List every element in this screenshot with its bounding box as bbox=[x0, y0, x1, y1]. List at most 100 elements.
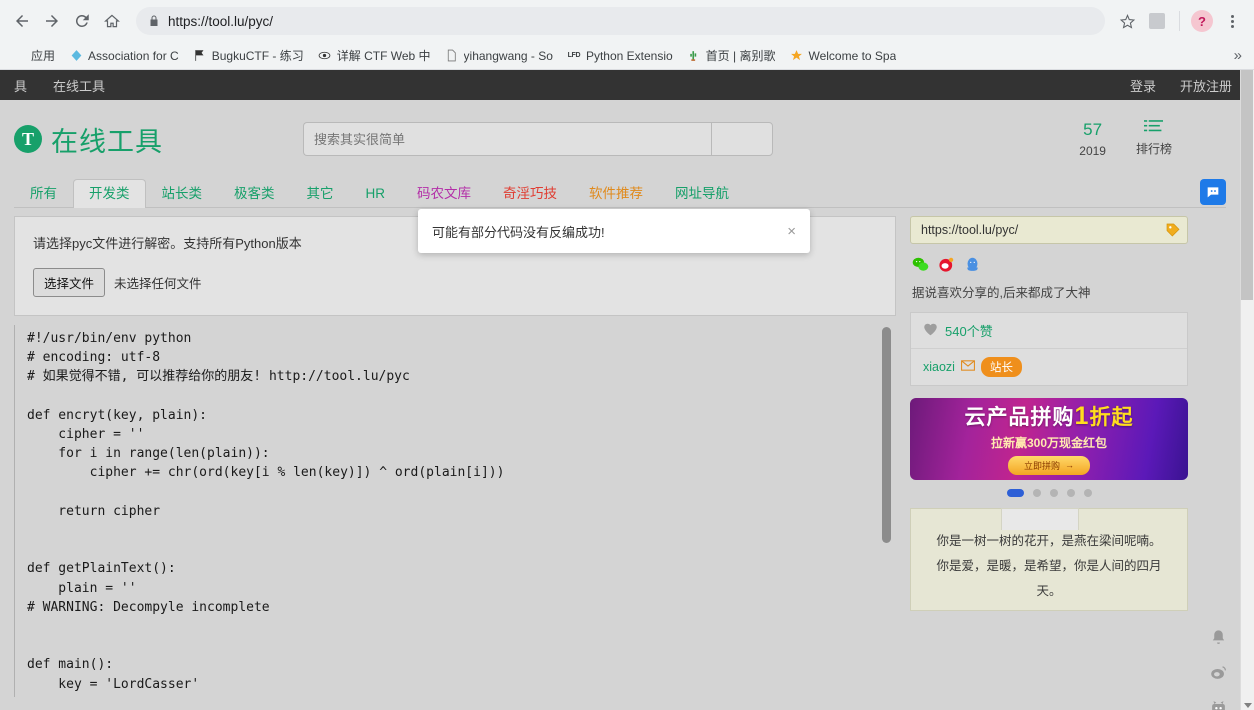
tab-label: 网址导航 bbox=[675, 186, 729, 201]
page-scrollbar-track[interactable] bbox=[1240, 70, 1254, 710]
quote-card-tab bbox=[1001, 508, 1079, 530]
tab-label: 所有 bbox=[30, 186, 57, 201]
eye-icon bbox=[318, 49, 332, 63]
login-link[interactable]: 登录 bbox=[1130, 76, 1156, 95]
document-icon bbox=[445, 49, 459, 63]
site-topbar-right: 登录 开放注册 bbox=[1130, 76, 1232, 95]
bookmark-item[interactable]: Welcome to Spa bbox=[783, 46, 902, 66]
tab-tricks[interactable]: 奇淫巧技 bbox=[487, 179, 573, 208]
address-bar[interactable]: https://tool.lu/pyc/ bbox=[136, 7, 1105, 35]
lfd-icon: LFD bbox=[567, 49, 581, 63]
weibo-icon[interactable] bbox=[938, 256, 955, 273]
forward-arrow-icon[interactable] bbox=[38, 7, 66, 35]
tab-other[interactable]: 其它 bbox=[291, 179, 350, 208]
quote-line: 你是爱，是暖，是希望，你是人间的四月天。 bbox=[925, 554, 1173, 604]
ad-cta-button[interactable]: 立即拼购 → bbox=[1008, 456, 1090, 475]
github-icon[interactable] bbox=[1209, 698, 1228, 710]
copy-tag-icon[interactable] bbox=[1164, 222, 1181, 239]
cactus-icon bbox=[687, 49, 701, 63]
search-input[interactable] bbox=[303, 122, 711, 156]
scroll-down-arrow-icon[interactable] bbox=[1244, 703, 1252, 708]
topbar-item-0[interactable]: 具 bbox=[14, 76, 27, 95]
choose-file-button[interactable]: 选择文件 bbox=[33, 268, 105, 297]
close-icon[interactable]: × bbox=[787, 224, 796, 239]
bookmark-item[interactable]: Association for C bbox=[63, 46, 185, 66]
author-row: xiaozi 站长 bbox=[911, 349, 1187, 385]
extension-puzzle-icon[interactable] bbox=[1143, 7, 1171, 35]
ad-banner[interactable]: 云产品拼购1折起 拉新赢300万现金红包 立即拼购 → bbox=[910, 398, 1188, 480]
author-name[interactable]: xiaozi bbox=[923, 360, 955, 374]
notification-icon[interactable] bbox=[1209, 628, 1228, 647]
bookmark-item[interactable]: 首页 | 离别歌 bbox=[681, 44, 782, 67]
ranking-label: 排行榜 bbox=[1136, 141, 1172, 158]
ranking-stat[interactable]: 排行榜 bbox=[1136, 118, 1172, 160]
register-link[interactable]: 开放注册 bbox=[1180, 76, 1232, 95]
carousel-dot[interactable] bbox=[1050, 489, 1058, 497]
bookmark-item[interactable]: 应用 bbox=[6, 44, 61, 67]
tab-label: 码农文库 bbox=[417, 186, 471, 201]
bookmarks-overflow-button[interactable]: » bbox=[1228, 47, 1248, 64]
search-button[interactable] bbox=[711, 122, 773, 156]
floating-right-rail bbox=[1209, 628, 1228, 710]
page-content: 请选择pyc文件进行解密。支持所有Python版本 选择文件 未选择任何文件 #… bbox=[0, 208, 1254, 697]
carousel-dot[interactable] bbox=[1067, 489, 1075, 497]
tab-webmaster[interactable]: 站长类 bbox=[146, 179, 219, 208]
carousel-dot[interactable] bbox=[1084, 489, 1092, 497]
tab-geek[interactable]: 极客类 bbox=[218, 179, 291, 208]
weibo-icon[interactable] bbox=[1209, 663, 1228, 682]
toast-notification: 可能有部分代码没有反编成功! × bbox=[418, 209, 810, 253]
kebab-menu-icon[interactable] bbox=[1218, 7, 1246, 35]
tab-software[interactable]: 软件推荐 bbox=[573, 179, 659, 208]
file-input-row: 选择文件 未选择任何文件 bbox=[33, 268, 877, 297]
counter-label: 2019 bbox=[1079, 143, 1106, 160]
bookmark-item[interactable]: BugkuCTF - 练习 bbox=[187, 44, 310, 67]
sidebar: https://tool.lu/pyc/ 据说喜欢分享的,后来都成了大神 bbox=[910, 216, 1188, 697]
likes-row[interactable]: 540个赞 bbox=[911, 313, 1187, 349]
tab-label: 其它 bbox=[307, 186, 334, 201]
home-icon[interactable] bbox=[98, 7, 126, 35]
tab-label: 软件推荐 bbox=[589, 186, 643, 201]
back-arrow-icon[interactable] bbox=[8, 7, 36, 35]
apps-icon bbox=[12, 49, 26, 63]
tab-nav[interactable]: 网址导航 bbox=[659, 179, 745, 208]
heart-icon bbox=[923, 322, 938, 339]
site-header: T 在线工具 57 2019 排行榜 bbox=[0, 100, 1246, 178]
ad-headline-a: 云产品拼购 bbox=[965, 406, 1075, 429]
tab-hr[interactable]: HR bbox=[350, 179, 402, 208]
page-viewport: 具 在线工具 登录 开放注册 T 在线工具 57 2019 排行榜 bbox=[0, 70, 1254, 710]
browser-chrome: https://tool.lu/pyc/ ? 应用 Association f bbox=[0, 0, 1254, 70]
wechat-icon[interactable] bbox=[912, 256, 929, 273]
carousel-dot[interactable] bbox=[1007, 489, 1024, 497]
chat-bubble-icon[interactable] bbox=[1200, 179, 1226, 205]
bookmark-label: Welcome to Spa bbox=[808, 49, 896, 63]
bookmark-item[interactable]: 详解 CTF Web 中 bbox=[312, 44, 437, 67]
tab-label: 开发类 bbox=[89, 186, 130, 201]
counter-stat[interactable]: 57 2019 bbox=[1079, 118, 1106, 160]
mail-icon[interactable] bbox=[961, 360, 975, 374]
topbar-item-1[interactable]: 在线工具 bbox=[53, 76, 105, 95]
bookmark-item[interactable]: LFD Python Extensio bbox=[561, 46, 679, 66]
ad-headline: 云产品拼购1折起 bbox=[965, 404, 1134, 429]
ad-headline-highlight: 1 bbox=[1075, 402, 1090, 430]
tab-dev[interactable]: 开发类 bbox=[73, 179, 146, 208]
code-scrollbar-thumb[interactable] bbox=[882, 327, 891, 543]
toolbar-divider bbox=[1179, 11, 1180, 31]
social-share-icons bbox=[910, 256, 1188, 273]
header-stats: 57 2019 排行榜 bbox=[1079, 118, 1232, 160]
bookmark-label: Python Extensio bbox=[586, 49, 673, 63]
site-logo[interactable]: T 在线工具 bbox=[14, 120, 163, 159]
reload-icon[interactable] bbox=[68, 7, 96, 35]
tab-all[interactable]: 所有 bbox=[14, 179, 73, 208]
site-topbar: 具 在线工具 登录 开放注册 bbox=[0, 70, 1246, 100]
page-scrollbar-thumb[interactable] bbox=[1241, 70, 1253, 300]
tab-library[interactable]: 码农文库 bbox=[401, 179, 487, 208]
ad-cta-label: 立即拼购 bbox=[1024, 459, 1060, 472]
decompiled-code-area[interactable]: #!/usr/bin/env python # encoding: utf-8 … bbox=[14, 325, 896, 697]
avatar[interactable]: ? bbox=[1188, 7, 1216, 35]
bookmark-item[interactable]: yihangwang - So bbox=[439, 46, 559, 66]
share-url-row[interactable]: https://tool.lu/pyc/ bbox=[910, 216, 1188, 244]
bookmark-star-icon[interactable] bbox=[1113, 7, 1141, 35]
qq-icon[interactable] bbox=[964, 256, 981, 273]
carousel-dot[interactable] bbox=[1033, 489, 1041, 497]
site-topbar-left: 具 在线工具 bbox=[14, 76, 105, 95]
